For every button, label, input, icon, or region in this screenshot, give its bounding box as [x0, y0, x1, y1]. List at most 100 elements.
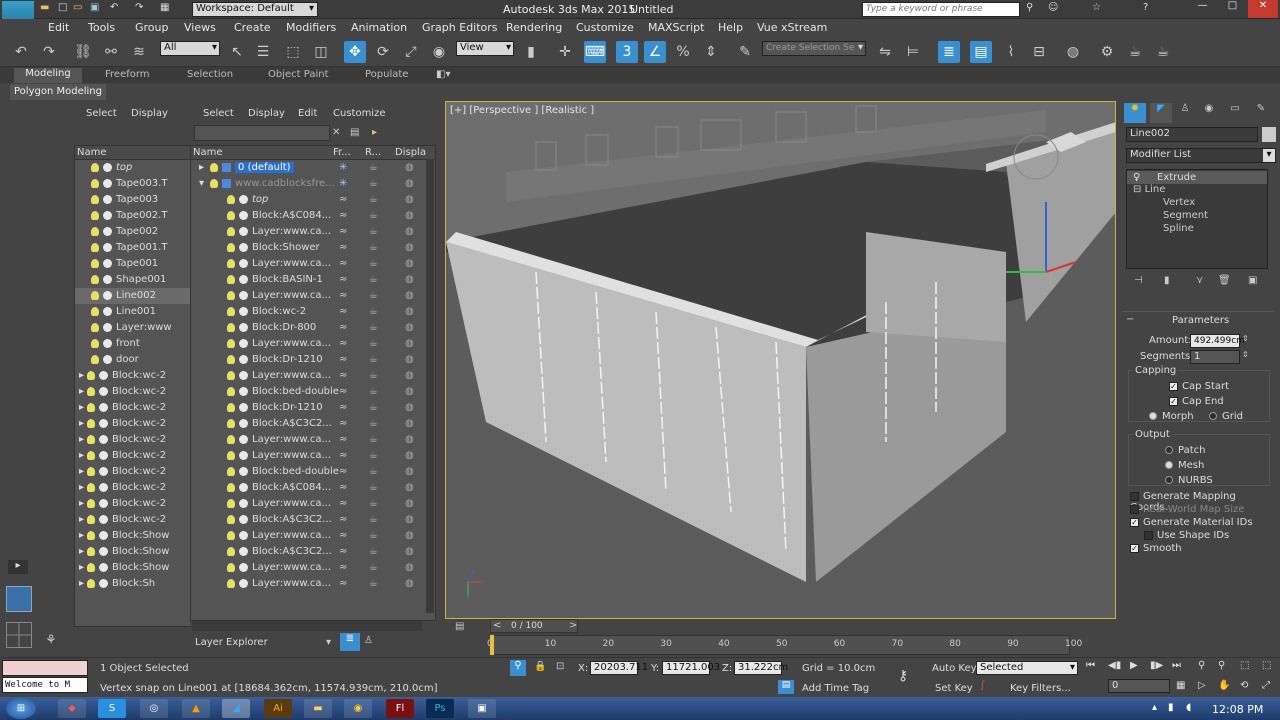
- redo-icon[interactable]: ↷: [38, 41, 60, 63]
- display-icon[interactable]: ◍: [405, 160, 414, 176]
- lightbulb-icon[interactable]: [227, 370, 235, 380]
- display-icon[interactable]: ◍: [405, 448, 414, 464]
- search-input[interactable]: Type a keyword or phrase: [862, 2, 1020, 17]
- layer-row[interactable]: Block:BASIN-1 ≈ ☕ ◍: [191, 272, 427, 288]
- lightbulb-icon[interactable]: [87, 498, 96, 508]
- display-icon[interactable]: ◍: [405, 272, 414, 288]
- expand-arrow-icon[interactable]: ▸: [79, 370, 84, 381]
- time-config-icon[interactable]: ▤: [455, 621, 464, 632]
- amount-spinner[interactable]: 492.499cm: [1190, 334, 1245, 348]
- photoshop-taskbar-icon[interactable]: Ps: [426, 699, 454, 718]
- lock-icon[interactable]: 🔒: [534, 661, 546, 672]
- layer-manager-icon[interactable]: ≣: [938, 41, 960, 63]
- hierarchy-icon[interactable]: ♙: [364, 635, 373, 646]
- freeze-snowflake-icon[interactable]: ✳: [339, 176, 347, 192]
- schematic-view-icon[interactable]: ⊟: [1028, 41, 1050, 63]
- layer-tab-display[interactable]: Display: [248, 108, 285, 119]
- viewport-layout-icon[interactable]: [6, 586, 32, 612]
- freeze-toggle-icon[interactable]: ≈: [339, 512, 347, 528]
- lightbulb-icon[interactable]: [87, 450, 96, 460]
- display-icon[interactable]: ◍: [405, 496, 414, 512]
- search-icon[interactable]: ⚲: [1026, 2, 1033, 13]
- sort-by-layer-icon[interactable]: ≣: [340, 633, 360, 651]
- display-icon[interactable]: ◍: [405, 464, 414, 480]
- current-frame-field[interactable]: 0: [1108, 679, 1170, 693]
- expand-arrow-icon[interactable]: ▸: [79, 466, 84, 477]
- layer-row[interactable]: Block:A$C3C2... ≈ ☕ ◍: [191, 544, 427, 560]
- lightbulb-icon[interactable]: [91, 226, 99, 236]
- lightbulb-icon[interactable]: [91, 242, 99, 252]
- create-tab-icon[interactable]: ✹: [1124, 103, 1146, 123]
- render-setup-icon[interactable]: ⚙: [1096, 41, 1118, 63]
- save-icon[interactable]: ▣: [90, 2, 99, 13]
- lightbulb-icon[interactable]: [91, 290, 99, 300]
- tab-selection[interactable]: Selection: [187, 69, 233, 80]
- key-icon[interactable]: ⚷: [898, 668, 908, 684]
- freeze-toggle-icon[interactable]: ≈: [339, 336, 347, 352]
- scene-row[interactable]: Tape001: [75, 256, 209, 272]
- x-coordinate-field[interactable]: 20203.711: [590, 661, 648, 675]
- lightbulb-icon[interactable]: [227, 498, 235, 508]
- key-filters-button[interactable]: Key Filters...: [1010, 683, 1071, 694]
- lightbulb-icon[interactable]: [210, 162, 219, 172]
- time-tag-icon[interactable]: ▤: [778, 680, 794, 694]
- expand-arrow-icon[interactable]: ▸: [79, 514, 84, 525]
- stack-item-spline[interactable]: Spline: [1163, 223, 1194, 234]
- lightbulb-icon[interactable]: [227, 530, 235, 540]
- selection-lock-icon[interactable]: ⚲: [510, 660, 526, 676]
- layer-row[interactable]: Block:A$C3C2... ≈ ☕ ◍: [191, 512, 427, 528]
- render-teapot-icon[interactable]: ☕: [369, 368, 378, 384]
- time-slider[interactable]: < 0 / 100 >: [490, 619, 578, 633]
- display-icon[interactable]: ◍: [405, 368, 414, 384]
- render-teapot-icon[interactable]: ☕: [369, 288, 378, 304]
- display-icon[interactable]: ◍: [405, 256, 414, 272]
- lightbulb-icon[interactable]: [91, 274, 99, 284]
- scene-row[interactable]: Layer:www: [75, 320, 209, 336]
- lightbulb-icon[interactable]: [227, 210, 235, 220]
- lightbulb-icon[interactable]: [227, 386, 235, 396]
- tab-populate[interactable]: Populate: [365, 69, 408, 80]
- render-teapot-icon[interactable]: ☕: [369, 448, 378, 464]
- lightbulb-icon[interactable]: [227, 514, 235, 524]
- unlink-icon[interactable]: ⚯: [100, 41, 122, 63]
- expand-arrow-icon[interactable]: ▸: [79, 530, 84, 541]
- nurbs-radio[interactable]: NURBS: [1165, 475, 1213, 486]
- lightbulb-icon[interactable]: [91, 178, 99, 188]
- menu-tools[interactable]: Tools: [88, 21, 115, 34]
- scene-row[interactable]: Tape002.T: [75, 208, 209, 224]
- 3dsmax-taskbar-icon[interactable]: ◢: [222, 699, 250, 718]
- scale-icon[interactable]: ⤢: [400, 41, 422, 63]
- layer-row[interactable]: top ≈ ☕ ◍: [191, 192, 427, 208]
- scene-row[interactable]: ▸ Block:wc-2: [75, 368, 209, 384]
- display-icon[interactable]: ◍: [405, 288, 414, 304]
- time-configuration-icon[interactable]: ▦: [1176, 680, 1185, 691]
- layer-row[interactable]: Block:A$C084... ≈ ☕ ◍: [191, 480, 427, 496]
- spinner-snap-icon[interactable]: ⇕: [700, 41, 722, 63]
- lightbulb-icon[interactable]: [227, 546, 235, 556]
- show-end-result-icon[interactable]: ▮: [1164, 275, 1170, 286]
- absolute-mode-icon[interactable]: ⊡: [556, 661, 564, 672]
- layer-row[interactable]: Block:wc-2 ≈ ☕ ◍: [191, 304, 427, 320]
- display-icon[interactable]: ◍: [405, 336, 414, 352]
- freeze-toggle-icon[interactable]: ≈: [339, 496, 347, 512]
- percent-snap-icon[interactable]: %: [672, 41, 694, 63]
- next-frame-icon[interactable]: ▮▶: [1150, 660, 1163, 671]
- freeze-toggle-icon[interactable]: ≈: [339, 480, 347, 496]
- new-layer-icon[interactable]: ▤: [350, 127, 359, 138]
- render-teapot-icon[interactable]: ☕: [369, 240, 378, 256]
- lightbulb-icon[interactable]: [87, 530, 96, 540]
- tray-arrow-icon[interactable]: ▴: [1152, 702, 1157, 713]
- lightbulb-icon[interactable]: [227, 578, 235, 588]
- lightbulb-icon[interactable]: [227, 322, 235, 332]
- menu-vue-xstream[interactable]: Vue xStream: [757, 21, 827, 34]
- scene-row[interactable]: ▸ Block:wc-2: [75, 496, 209, 512]
- windows-start-icon[interactable]: ⊞: [6, 698, 36, 719]
- scene-row[interactable]: door: [75, 352, 209, 368]
- lightbulb-icon[interactable]: [227, 434, 235, 444]
- named-selection-set-select[interactable]: Create Selection Se ▾: [762, 41, 866, 56]
- scene-row[interactable]: ▸ Block:wc-2: [75, 416, 209, 432]
- material-editor-icon[interactable]: ◍: [1062, 41, 1084, 63]
- freeze-toggle-icon[interactable]: ≈: [339, 368, 347, 384]
- layer-row[interactable]: Block:A$C3C2... ≈ ☕ ◍: [191, 416, 427, 432]
- lightbulb-icon[interactable]: [91, 194, 99, 204]
